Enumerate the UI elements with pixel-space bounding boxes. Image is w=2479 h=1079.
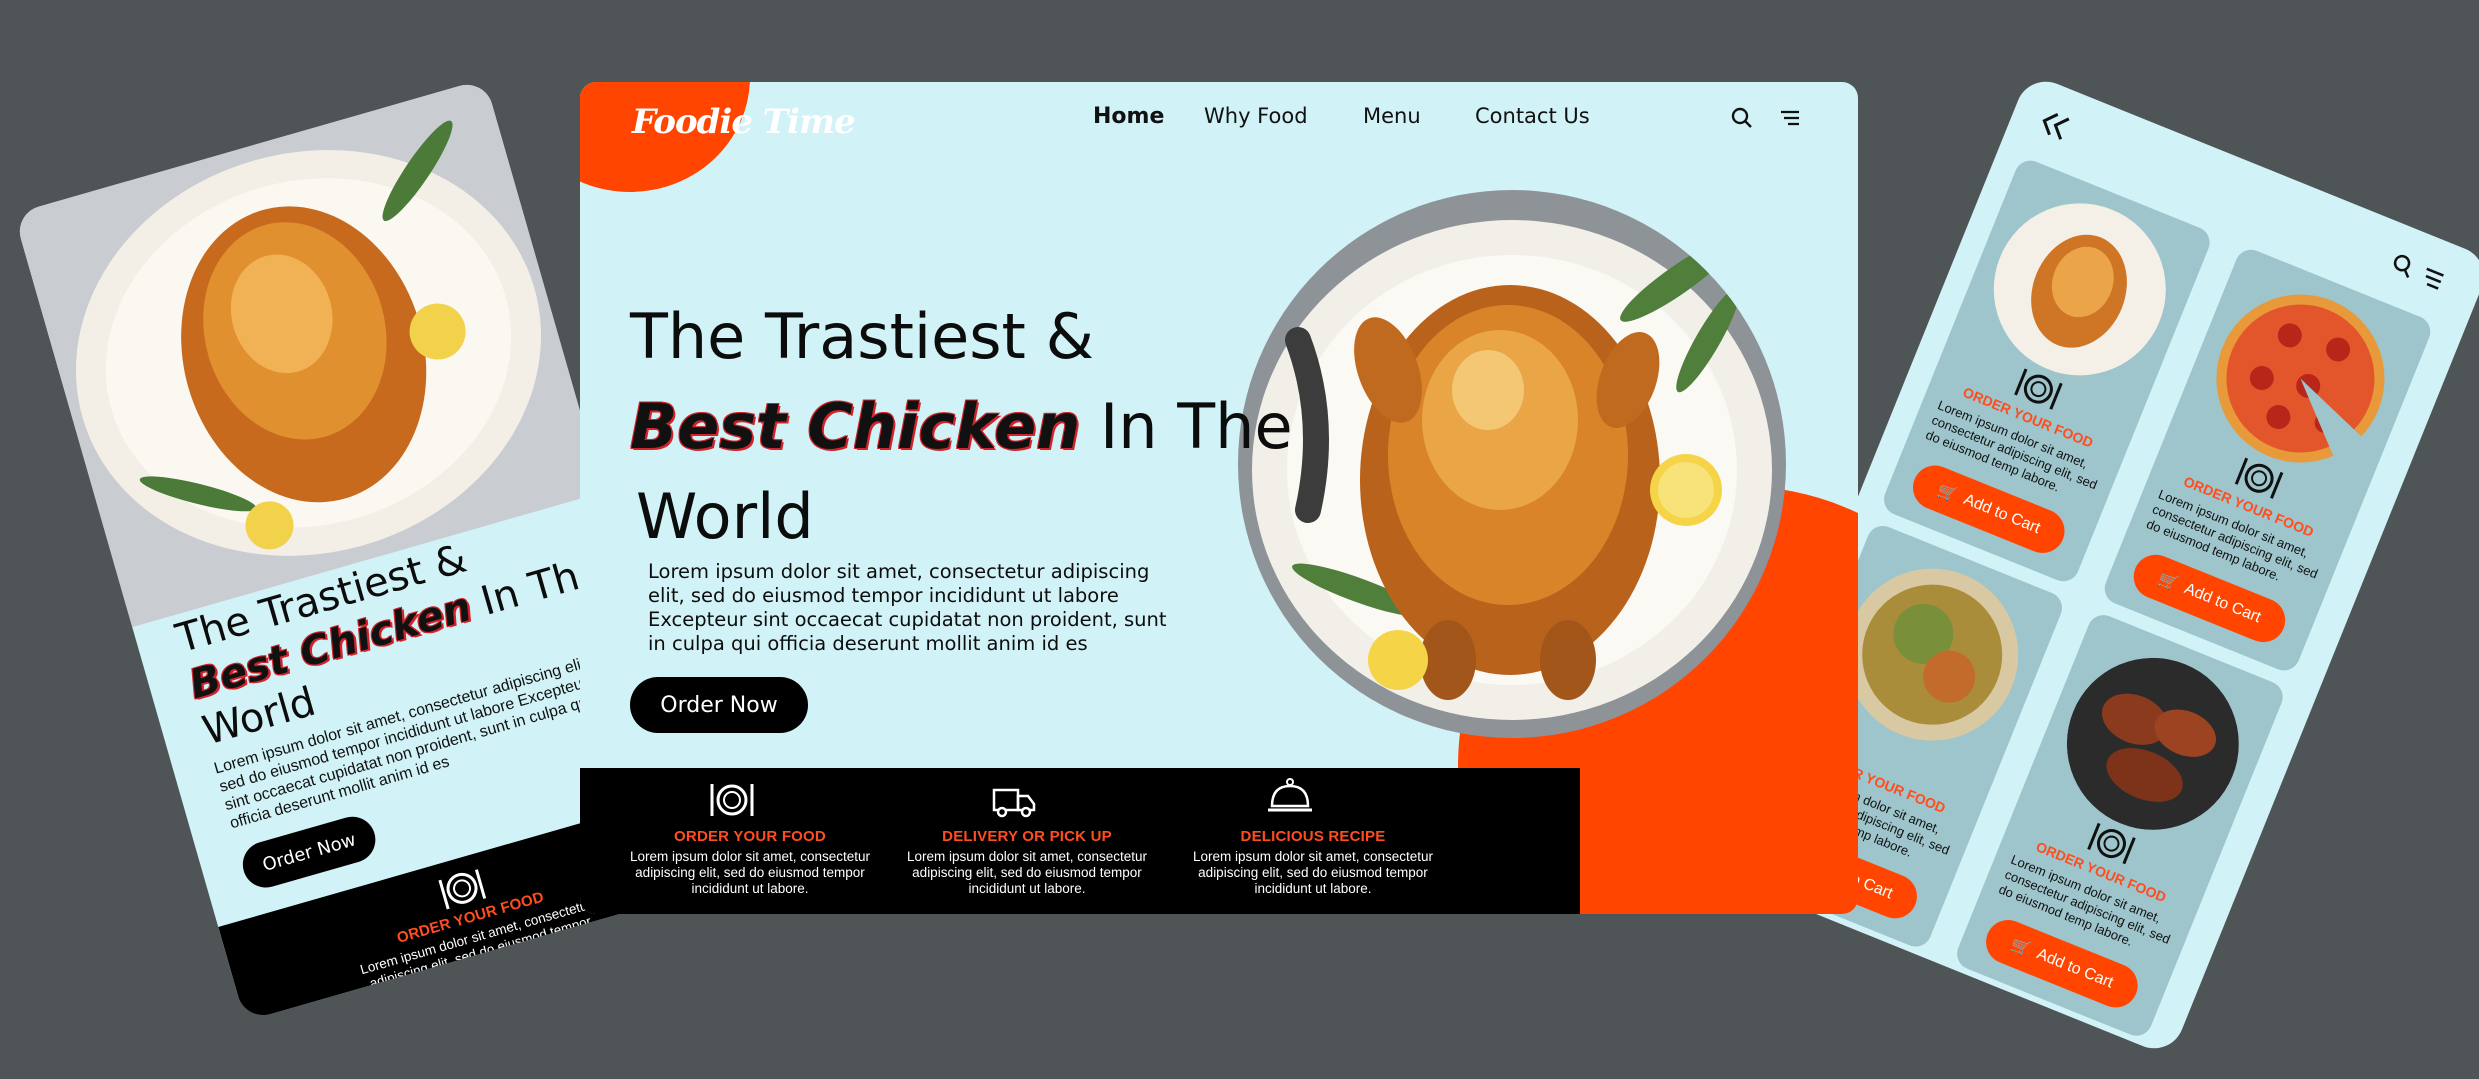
features-bar: ORDER YOUR FOOD Lorem ipsum dolor sit am… [580, 768, 1580, 914]
feature-text-delivery: Lorem ipsum dolor sit amet, consectetur … [906, 849, 1148, 896]
roast-chicken-image [1238, 190, 1786, 738]
nav-contact-us[interactable]: Contact Us [1475, 104, 1590, 128]
brand-logo[interactable]: Foodie Time [632, 102, 856, 142]
feature-text-order: Lorem ipsum dolor sit amet, consectetur … [629, 849, 871, 896]
pizza-thumbnail [2189, 267, 2413, 491]
order-now-button[interactable]: Order Now [630, 677, 808, 733]
feature-title-order: ORDER YOUR FOOD [674, 828, 826, 845]
hero-line-3: World [636, 480, 814, 553]
menu-icon[interactable] [1778, 106, 1804, 132]
add-to-cart-label: Add to Cart [2181, 580, 2264, 627]
feature-text-recipe: Lorem ipsum dolor sit amet, consectetur … [1192, 849, 1434, 896]
nav-home[interactable]: Home [1093, 104, 1164, 129]
desktop-mockup: Foodie Time Home Why Food Menu Contact U… [580, 82, 1858, 914]
phone-menu-icon[interactable] [2419, 265, 2447, 292]
hero-line-2: Best Chicken In The [630, 390, 1293, 463]
tablet-hero-photo [13, 78, 623, 633]
feature-delivery: DELIVERY OR PICK UP Lorem ipsum dolor si… [892, 828, 1162, 897]
cart-icon: 🛒 [1934, 481, 1960, 505]
grilled-chicken-thumbnail [2041, 632, 2265, 856]
chicken-thumbnail [1967, 177, 2192, 402]
nav-menu[interactable]: Menu [1363, 104, 1421, 128]
add-to-cart-label: Add to Cart [1961, 490, 2043, 538]
nav-why-food[interactable]: Why Food [1204, 104, 1308, 128]
phone-search-icon[interactable] [2389, 251, 2418, 280]
feature-title-delivery: DELIVERY OR PICK UP [942, 828, 1112, 845]
cloche-icon [1266, 776, 1314, 818]
roast-chicken-image [75, 120, 542, 556]
feature-recipe: DELICIOUS RECIPE Lorem ipsum dolor sit a… [1178, 828, 1448, 897]
hero-description: Lorem ipsum dolor sit amet, consectetur … [648, 560, 1167, 655]
plate-icon [708, 780, 756, 820]
back-chevron-icon[interactable] [2033, 105, 2076, 146]
hero-line-1: The Trastiest & [630, 300, 1094, 373]
search-icon[interactable] [1730, 106, 1756, 132]
add-to-cart-label: Add to Cart [2034, 945, 2116, 992]
cart-icon: 🛒 [2155, 570, 2181, 594]
feature-order-food: ORDER YOUR FOOD Lorem ipsum dolor sit am… [620, 828, 880, 897]
hero-accent-text: Best Chicken [630, 390, 1081, 463]
delivery-truck-icon [992, 784, 1036, 820]
feature-title-recipe: DELICIOUS RECIPE [1240, 828, 1386, 845]
cart-icon: 🛒 [2008, 935, 2033, 960]
hero-line-2-rest: In The [1100, 390, 1293, 463]
hero-chicken-photo [1238, 190, 1786, 738]
